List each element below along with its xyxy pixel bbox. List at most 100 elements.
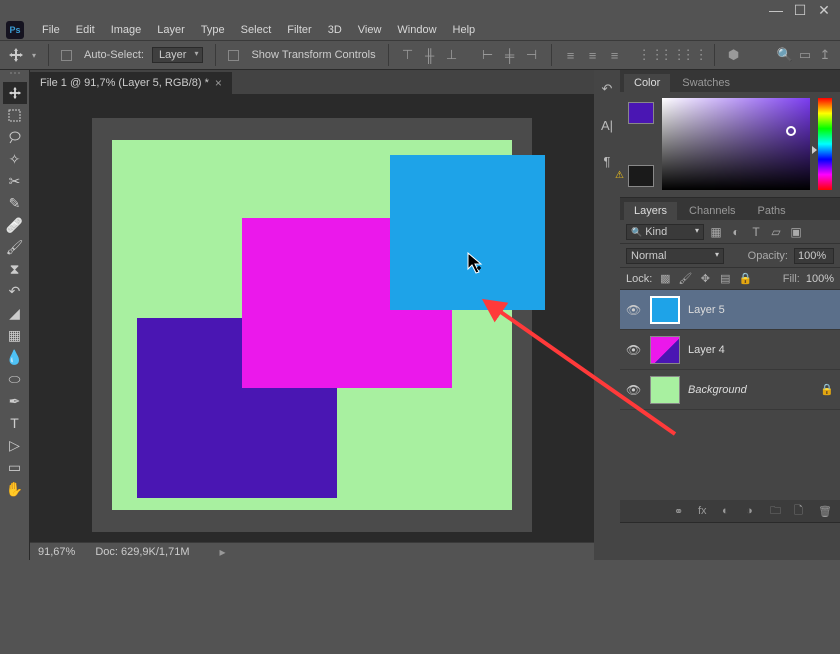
pen-tool[interactable]: ✒ xyxy=(3,390,27,412)
align-right-icon[interactable]: ⊣ xyxy=(525,48,539,62)
filter-pixel-icon[interactable]: ▦ xyxy=(708,224,724,240)
layer-mask-icon[interactable]: ◐ xyxy=(722,505,736,517)
close-button[interactable]: ✕ xyxy=(812,2,836,18)
share-icon[interactable]: ↥ xyxy=(818,48,832,62)
blend-mode-dropdown[interactable]: Normal xyxy=(626,248,724,264)
color-panel-tab[interactable]: Color xyxy=(624,74,670,92)
align-hcenter-icon[interactable]: ╪ xyxy=(503,48,517,62)
distribute-left-icon[interactable]: ⋮⋮ xyxy=(644,48,658,62)
character-panel-icon[interactable]: A| xyxy=(598,116,616,134)
stamp-tool[interactable]: ⧗ xyxy=(3,258,27,280)
menu-3d[interactable]: 3D xyxy=(320,22,350,38)
menu-view[interactable]: View xyxy=(350,22,390,38)
visibility-toggle-icon[interactable]: 👁 xyxy=(626,343,642,357)
filter-type-icon[interactable]: T xyxy=(748,224,764,240)
workspace-icon[interactable]: ▭ xyxy=(798,48,812,62)
foreground-color-swatch[interactable] xyxy=(628,102,654,124)
crop-tool[interactable]: ✂ xyxy=(3,170,27,192)
trash-icon[interactable]: 🗑 xyxy=(818,505,832,518)
opacity-input[interactable]: 100% xyxy=(794,248,834,264)
history-brush-tool[interactable]: ↶ xyxy=(3,280,27,302)
distribute-top-icon[interactable]: ≡ xyxy=(564,48,578,62)
filter-shape-icon[interactable]: ▱ xyxy=(768,224,784,240)
distribute-hcenter-icon[interactable]: ⋮⋮ xyxy=(666,48,680,62)
menu-type[interactable]: Type xyxy=(193,22,233,38)
layer-row[interactable]: 👁 Layer 5 xyxy=(620,290,840,330)
visibility-toggle-icon[interactable]: 👁 xyxy=(626,303,642,317)
link-layers-icon[interactable]: ⚭ xyxy=(674,505,688,518)
lock-artboard-icon[interactable]: ▤ xyxy=(718,272,732,286)
shape-cyan[interactable] xyxy=(390,155,545,310)
dodge-tool[interactable]: ⬭ xyxy=(3,368,27,390)
path-tool[interactable]: ▷ xyxy=(3,434,27,456)
type-tool[interactable]: T xyxy=(3,412,27,434)
align-bottom-icon[interactable]: ⊥ xyxy=(445,48,459,62)
auto-select-dropdown[interactable]: Layer xyxy=(152,47,204,63)
hand-tool[interactable]: ✋ xyxy=(3,478,27,500)
layer-style-icon[interactable]: fx xyxy=(698,505,712,517)
layer-thumbnail[interactable] xyxy=(650,376,680,404)
lock-pixels-icon[interactable]: 🖌 xyxy=(678,272,692,286)
adjustment-layer-icon[interactable]: ◑ xyxy=(746,505,760,517)
menu-window[interactable]: Window xyxy=(389,22,444,38)
layer-name[interactable]: Background xyxy=(688,384,747,396)
background-color-swatch[interactable] xyxy=(628,165,654,187)
group-icon[interactable]: 🗀 xyxy=(770,502,784,521)
eraser-tool[interactable]: ◢ xyxy=(3,302,27,324)
distribute-bottom-icon[interactable]: ≡ xyxy=(608,48,622,62)
distribute-right-icon[interactable]: ⋮⋮ xyxy=(688,48,702,62)
menu-edit[interactable]: Edit xyxy=(68,22,103,38)
shape-tool[interactable]: ▭ xyxy=(3,456,27,478)
document-tab[interactable]: File 1 @ 91,7% (Layer 5, RGB/8) * × xyxy=(30,72,232,94)
minimize-button[interactable]: — xyxy=(764,2,788,18)
menu-file[interactable]: File xyxy=(34,22,68,38)
brush-tool[interactable]: 🖌 xyxy=(3,236,27,258)
layer-row[interactable]: 👁 Layer 4 xyxy=(620,330,840,370)
search-icon[interactable]: 🔍 xyxy=(778,48,792,62)
history-panel-icon[interactable]: ↶ xyxy=(598,80,616,98)
filter-smartobj-icon[interactable]: ▣ xyxy=(788,224,804,240)
align-vcenter-icon[interactable]: ╫ xyxy=(423,48,437,62)
layer-thumbnail[interactable] xyxy=(650,336,680,364)
paragraph-panel-icon[interactable]: ¶ xyxy=(598,152,616,170)
menu-filter[interactable]: Filter xyxy=(279,22,319,38)
canvas[interactable] xyxy=(112,140,512,510)
statusbar-menu-icon[interactable]: ▸ xyxy=(209,545,235,559)
wand-tool[interactable]: ✧ xyxy=(3,148,27,170)
paths-panel-tab[interactable]: Paths xyxy=(748,202,796,220)
eyedropper-tool[interactable]: ✎ xyxy=(3,192,27,214)
lasso-tool[interactable] xyxy=(3,126,27,148)
healing-tool[interactable]: 🩹 xyxy=(3,214,27,236)
marquee-tool[interactable] xyxy=(3,104,27,126)
lock-all-icon[interactable]: 🔒 xyxy=(738,272,752,286)
layer-name[interactable]: Layer 4 xyxy=(688,344,725,356)
color-field[interactable] xyxy=(662,98,810,190)
menu-layer[interactable]: Layer xyxy=(149,22,193,38)
align-top-icon[interactable]: ⊤ xyxy=(401,48,415,62)
zoom-value[interactable]: 91,67% xyxy=(38,546,75,558)
move-tool[interactable] xyxy=(3,82,27,104)
align-left-icon[interactable]: ⊢ xyxy=(481,48,495,62)
visibility-toggle-icon[interactable]: 👁 xyxy=(626,383,642,397)
blur-tool[interactable]: 💧 xyxy=(3,346,27,368)
show-transform-checkbox[interactable] xyxy=(228,50,239,61)
layer-name[interactable]: Layer 5 xyxy=(688,304,725,316)
swatches-panel-tab[interactable]: Swatches xyxy=(672,74,740,92)
new-layer-icon[interactable]: 🗋 xyxy=(794,502,808,521)
layers-panel-tab[interactable]: Layers xyxy=(624,202,677,220)
maximize-button[interactable]: ☐ xyxy=(788,2,812,18)
hue-slider[interactable] xyxy=(818,98,832,190)
lock-transparency-icon[interactable]: ▩ xyxy=(658,272,672,286)
gradient-tool[interactable]: ▦ xyxy=(3,324,27,346)
fill-input[interactable]: 100% xyxy=(806,273,834,285)
close-tab-icon[interactable]: × xyxy=(215,76,222,90)
3d-mode-icon[interactable]: ⬢ xyxy=(727,48,741,62)
layer-thumbnail[interactable] xyxy=(650,296,680,324)
channels-panel-tab[interactable]: Channels xyxy=(679,202,745,220)
auto-select-checkbox[interactable] xyxy=(61,50,72,61)
lock-position-icon[interactable]: ✥ xyxy=(698,272,712,286)
layer-row[interactable]: 👁 Background 🔒 xyxy=(620,370,840,410)
menu-image[interactable]: Image xyxy=(103,22,150,38)
distribute-vcenter-icon[interactable]: ≡ xyxy=(586,48,600,62)
filter-adjustment-icon[interactable]: ◐ xyxy=(728,224,744,240)
